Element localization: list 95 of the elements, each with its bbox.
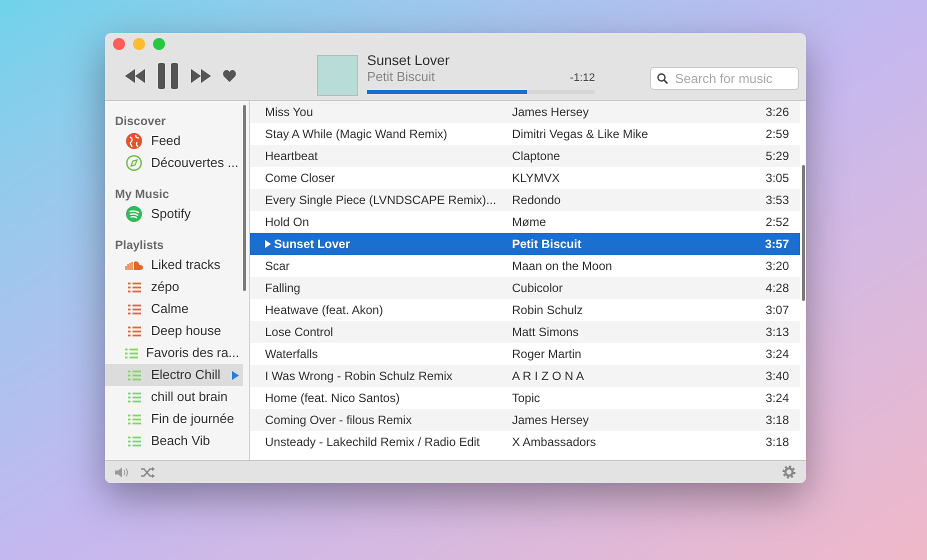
globe-icon: [126, 133, 142, 149]
artist-name: Topic: [512, 390, 542, 407]
scrollbar[interactable]: [243, 105, 246, 291]
artist-name: James Hersey: [512, 412, 590, 429]
track-title: Sunset Lover: [274, 236, 350, 253]
zoom-button[interactable]: [153, 38, 165, 50]
track-duration: 2:52: [766, 214, 789, 231]
artist-name: Cubicolor: [512, 280, 564, 297]
track-duration: 2:59: [766, 126, 789, 143]
track-title: Unsteady - Lakechild Remix / Radio Edit: [265, 434, 480, 451]
track-duration: 3:20: [766, 258, 789, 275]
shuffle-icon[interactable]: [141, 466, 155, 478]
track-duration: 4:28: [766, 280, 789, 297]
album-art-placeholder: [317, 55, 358, 96]
track-duration: 5:29: [766, 148, 789, 165]
sidebar-item[interactable]: Deep house: [105, 320, 243, 342]
artist-name: Petit Biscuit: [367, 69, 435, 85]
section-heading: My Music: [114, 186, 170, 203]
track-title: Scar: [265, 258, 290, 275]
track-row[interactable]: Miss You James Hersey 3:26: [250, 101, 800, 123]
sidebar-item[interactable]: Calme: [105, 298, 243, 320]
fast-forward-button[interactable]: [191, 69, 211, 83]
track-title: Every Single Piece (LVNDSCAPE Remix)...: [265, 192, 496, 209]
track-title: Home (feat. Nico Santos): [265, 390, 400, 407]
track-row[interactable]: Lose Control Matt Simons 3:13: [250, 321, 800, 343]
track-title: Heartbeat: [265, 148, 318, 165]
track-duration: 3:18: [766, 412, 789, 429]
search-field[interactable]: Search for music: [650, 67, 799, 90]
sidebar-item[interactable]: zépo: [105, 276, 243, 298]
section-heading: Discover: [114, 113, 167, 130]
track-duration: 3:24: [766, 346, 789, 363]
heart-button[interactable]: [223, 70, 236, 82]
pause-button[interactable]: [157, 63, 179, 89]
track-duration: 3:13: [766, 324, 789, 341]
track-duration: 3:57: [764, 236, 789, 253]
track-duration: 3:40: [766, 368, 789, 385]
play-icon: [265, 240, 271, 248]
sidebar-item[interactable]: chill out brain: [105, 386, 243, 408]
artist-name: A R I Z O N A: [512, 368, 586, 385]
track-title: Come Closer: [265, 170, 336, 187]
scrollbar[interactable]: [802, 165, 805, 301]
close-button[interactable]: [113, 38, 125, 50]
settings-icon[interactable]: [782, 465, 796, 479]
sidebar-item[interactable]: Fin de journée: [105, 408, 243, 430]
remaining-time: -1:12: [570, 71, 595, 85]
artist-name: Maan on the Moon: [512, 258, 614, 275]
track-title: Hold On: [265, 214, 310, 231]
rewind-button[interactable]: [125, 69, 145, 83]
sidebar-item[interactable]: Favoris des ra...: [105, 342, 243, 364]
track-title: Coming Over - filous Remix: [265, 412, 412, 429]
sidebar-item[interactable]: Electro Chill: [105, 364, 243, 386]
track-title: Waterfalls: [265, 346, 318, 363]
cloud-icon: [125, 260, 143, 270]
artist-name: X Ambassadors: [512, 434, 598, 451]
track-row[interactable]: Heartbeat Claptone 5:29: [250, 145, 800, 167]
track-row[interactable]: Sunset Lover Petit Biscuit 3:57: [250, 233, 800, 255]
artist-name: KLYMVX: [512, 170, 561, 187]
playing-indicator-icon: [232, 370, 239, 380]
track-row[interactable]: Falling Cubicolor 4:28: [250, 277, 800, 299]
track-title: Falling: [265, 280, 300, 297]
sidebar-item[interactable]: Spotify: [105, 203, 243, 225]
track-title: Lose Control: [265, 324, 334, 341]
search-icon: [657, 73, 668, 84]
artist-name: Petit Biscuit: [512, 236, 582, 253]
track-duration: 3:05: [766, 170, 789, 187]
track-row[interactable]: Every Single Piece (LVNDSCAPE Remix)... Redondo 3:53: [250, 189, 800, 211]
sidebar-item[interactable]: Découvertes ...: [105, 152, 243, 174]
track-row[interactable]: Coming Over - filous Remix James Hersey 3:18: [250, 409, 800, 431]
track-duration: 3:07: [766, 302, 789, 319]
spotify-icon: [126, 206, 142, 222]
track-title: Sunset Lover: [367, 51, 450, 69]
artist-name: Møme: [512, 214, 547, 231]
track-duration: 3:24: [766, 390, 789, 407]
artist-name: Redondo: [512, 192, 562, 209]
speaker-icon[interactable]: [115, 466, 129, 478]
artist-name: Roger Martin: [512, 346, 582, 363]
track-title: I Was Wrong - Robin Schulz Remix: [265, 368, 452, 385]
track-title: Heatwave (feat. Akon): [265, 302, 384, 319]
artist-name: Robin Schulz: [512, 302, 584, 319]
artist-name: Matt Simons: [512, 324, 580, 341]
track-title: Stay A While (Magic Wand Remix): [265, 126, 448, 143]
artist-name: Dimitri Vegas & Like Mike: [512, 126, 650, 143]
track-title: Miss You: [265, 104, 314, 121]
track-duration: 3:53: [766, 192, 789, 209]
track-duration: 3:18: [766, 434, 789, 451]
artist-name: Claptone: [512, 148, 562, 165]
sidebar-item[interactable]: Feed: [105, 130, 243, 152]
track-duration: 3:26: [766, 104, 789, 121]
sidebar-item[interactable]: Beach Vib: [105, 430, 243, 452]
compass-icon: [126, 155, 142, 171]
progress-bar[interactable]: [367, 90, 595, 94]
section-heading: Playlists: [114, 237, 165, 254]
sidebar-item[interactable]: Liked tracks: [105, 254, 243, 276]
artist-name: James Hersey: [512, 104, 590, 121]
track-row[interactable]: I Was Wrong - Robin Schulz Remix A R I Z O N A 3:40: [250, 365, 800, 387]
